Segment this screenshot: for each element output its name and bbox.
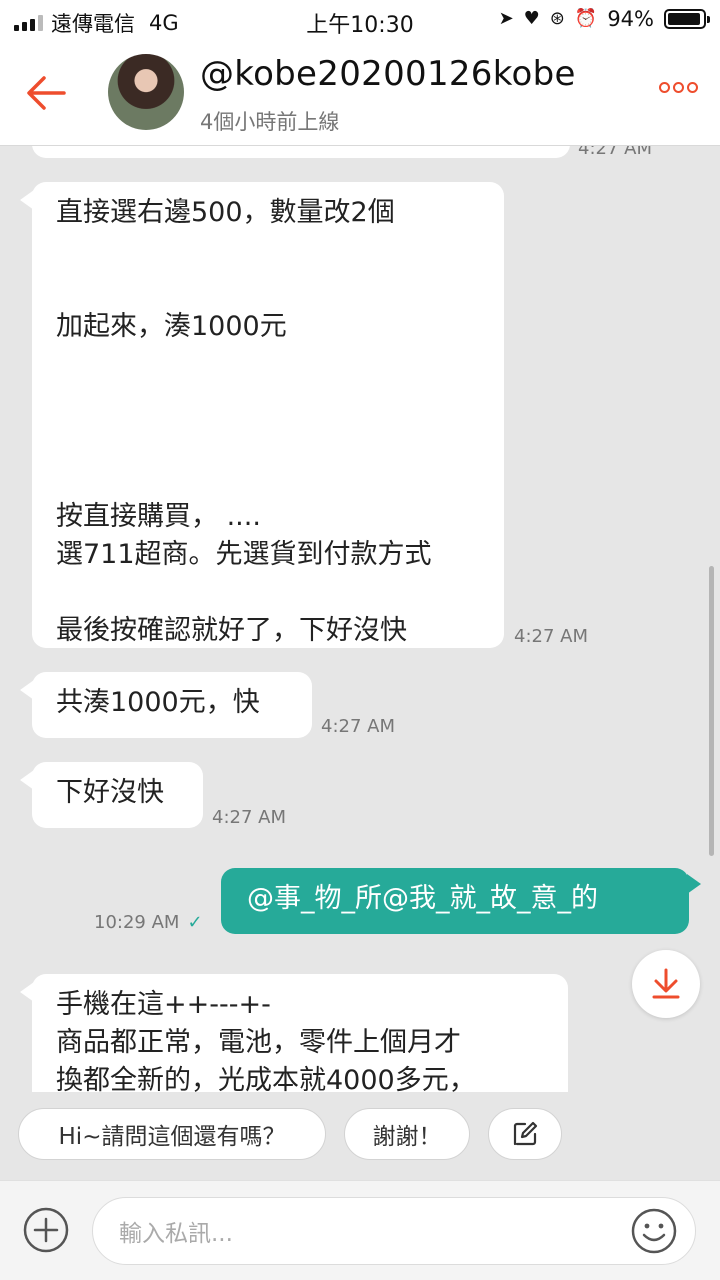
chat-username[interactable]: @kobe20200126kobe bbox=[200, 54, 576, 94]
last-seen-status: 4個小時前上線 bbox=[200, 110, 340, 134]
message-time: 10:29 AM ✓ bbox=[94, 912, 203, 933]
scroll-to-bottom-button[interactable] bbox=[632, 950, 700, 1018]
message-bubble[interactable]: 手機在這++---+- 商品都正常，電池，零件上個月才 換都全新的，光成本就40… bbox=[20, 974, 568, 1092]
message-input[interactable]: 輸入私訊... bbox=[92, 1197, 696, 1265]
battery-icon bbox=[664, 9, 710, 29]
heart-icon: ♥ bbox=[523, 8, 540, 29]
download-arrow-icon bbox=[652, 968, 680, 999]
read-check-icon: ✓ bbox=[187, 912, 203, 933]
message-bubble-partial bbox=[32, 146, 570, 158]
message-time-partial: 4:27 AM bbox=[578, 146, 652, 159]
location-icon: ➤ bbox=[498, 8, 514, 29]
more-dots-icon[interactable] bbox=[659, 82, 698, 93]
chat-messages[interactable]: 4:27 AM 直接選右邊500，數量改2個 加起來，湊1000元 按直接購買，… bbox=[0, 146, 720, 1092]
emoji-button[interactable] bbox=[630, 1207, 678, 1255]
chat-header: @kobe20200126kobe 4個小時前上線 bbox=[0, 40, 720, 146]
message-time: 4:27 AM bbox=[321, 716, 395, 737]
message-bubble[interactable]: 下好沒快 bbox=[20, 762, 203, 828]
message-bubble[interactable]: 直接選右邊500，數量改2個 加起來，湊1000元 按直接購買， .... 選7… bbox=[20, 182, 504, 648]
status-right: ➤ ♥ ⊛ ⏰ 94% bbox=[498, 7, 710, 31]
attach-button[interactable] bbox=[22, 1206, 70, 1254]
quick-reply-chip[interactable]: Hi~請問這個還有嗎？ bbox=[18, 1108, 326, 1160]
message-time: 4:27 AM bbox=[514, 626, 588, 647]
edit-quick-reply-button[interactable] bbox=[488, 1108, 562, 1160]
battery-percent: 94% bbox=[607, 7, 654, 31]
back-button[interactable] bbox=[22, 68, 72, 118]
quick-reply-chip[interactable]: 謝謝！ bbox=[344, 1108, 470, 1160]
avatar[interactable] bbox=[108, 54, 184, 130]
message-bubble[interactable]: 共湊1000元，快 bbox=[20, 672, 312, 738]
message-input-bar: 輸入私訊... bbox=[0, 1180, 720, 1280]
message-time: 4:27 AM bbox=[212, 807, 286, 828]
arrow-left-icon bbox=[27, 76, 66, 110]
smiley-icon bbox=[631, 1208, 677, 1254]
status-bar: 遠傳電信 4G 上午10:30 ➤ ♥ ⊛ ⏰ 94% bbox=[0, 0, 720, 40]
quick-replies: Hi~請問這個還有嗎？ 謝謝！ bbox=[0, 1092, 720, 1180]
message-time-text: 10:29 AM bbox=[94, 912, 180, 933]
alarm-icon: ⏰ bbox=[574, 8, 598, 29]
edit-icon bbox=[513, 1121, 538, 1146]
message-input-placeholder: 輸入私訊... bbox=[119, 1221, 233, 1247]
battery-fill bbox=[668, 13, 700, 25]
plus-circle-icon bbox=[23, 1207, 69, 1253]
scrollbar[interactable] bbox=[709, 566, 714, 856]
rotation-lock-icon: ⊛ bbox=[549, 8, 565, 29]
message-bubble-outgoing[interactable]: @事_物_所@我_就_故_意_的 bbox=[221, 868, 701, 934]
